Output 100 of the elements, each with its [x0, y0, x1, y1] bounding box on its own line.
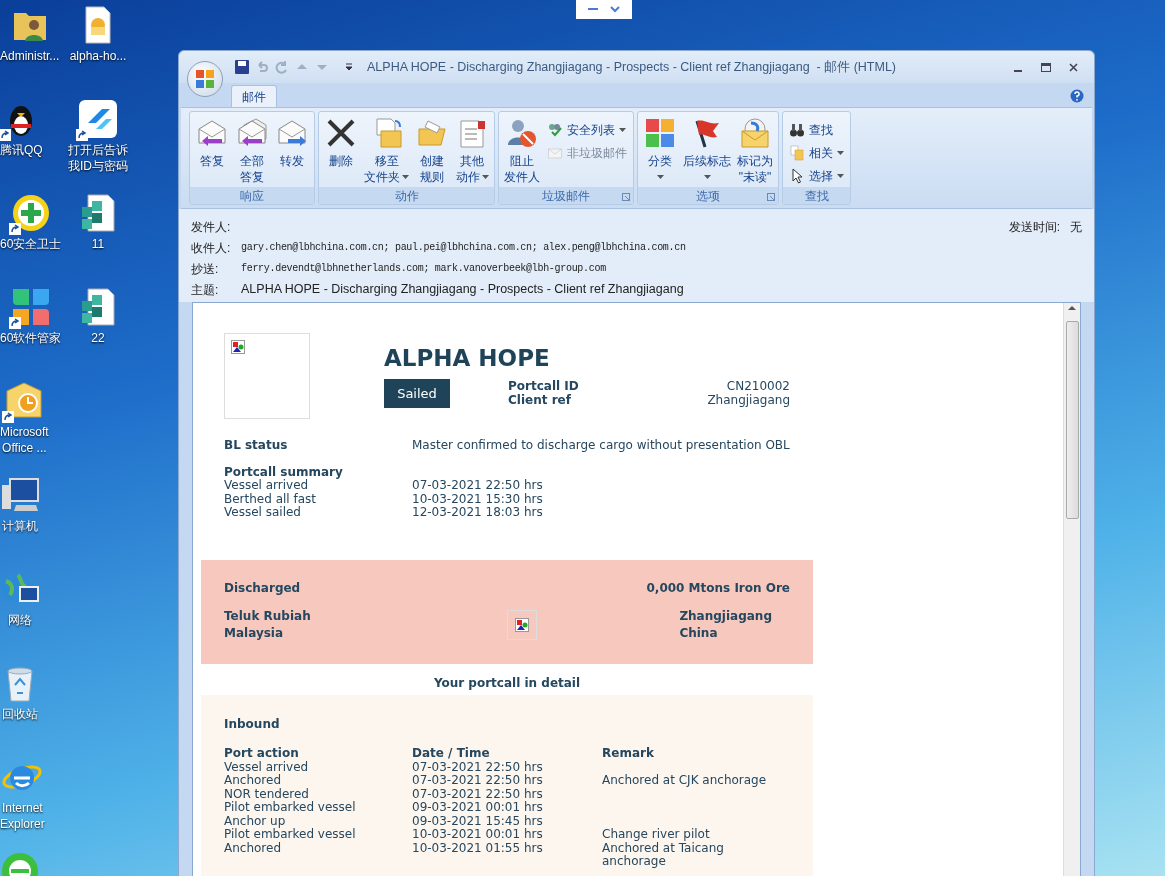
- detail-title: Your portcall in detail: [432, 677, 582, 691]
- bl-status-value: Master confirmed to discharge cargo without presentation OBL: [412, 439, 790, 453]
- address-list[interactable]: ferry.devendt@lbhnetherlands.com; mark.vanoverbeek@lbh-group.com: [241, 261, 606, 276]
- envelope-clock-icon: [4, 381, 45, 421]
- petals-icon: [10, 287, 51, 327]
- shortcut-arrow-icon: [2, 411, 15, 423]
- ribbon-button[interactable]: 其他 动作: [453, 113, 491, 187]
- table-cell-text: NOR tendered: [224, 787, 310, 801]
- portcall-label: Client ref: [508, 393, 572, 407]
- window-title: ALPHA HOPE - Discharging Zhangjiagang - Prospects - Client ref Zhangjiagang - 邮件 (HTML): [367, 58, 896, 76]
- shortcut-arrow-icon: [8, 223, 21, 235]
- minimize-icon[interactable]: [588, 8, 598, 11]
- ribbon-tab[interactable]: 邮件: [231, 85, 277, 107]
- desktop-icon-label[interactable]: 60安全卫士: [0, 236, 62, 252]
- origin-port: Teluk Rubiah Malaysia: [224, 608, 312, 642]
- close-icon[interactable]: [1069, 62, 1078, 72]
- caret-icon: [481, 175, 489, 179]
- subject-value: ALPHA HOPE - Discharging Zhangjiagang - Prospects - Client ref Zhangjiagang: [241, 281, 684, 299]
- table-cell-text: Anchored at CJK anchorage: [602, 774, 768, 788]
- ribbon-button[interactable]: 删除: [322, 113, 360, 187]
- ribbon-button[interactable]: 安全列表: [544, 119, 630, 141]
- cursor-icon: [789, 168, 805, 184]
- shortcut-arrow-icon: [76, 129, 88, 141]
- table-cell-text: Pilot embarked vessel: [224, 801, 357, 815]
- cargo-value: 0,000 Mtons Iron Ore: [646, 581, 790, 595]
- ribbon-button[interactable]: 移至 文件夹: [362, 113, 411, 187]
- people-check-icon: [547, 122, 563, 138]
- table-cell-text: Anchored: [224, 841, 283, 857]
- table-cell-text: Vessel arrived: [224, 760, 310, 774]
- desktop-icon-label[interactable]: 腾讯QQ: [0, 142, 43, 158]
- desktop-icon-label[interactable]: Administr...: [0, 48, 60, 64]
- envelopes-arrow-icon: [236, 117, 268, 149]
- ribbon-button[interactable]: 转发: [273, 113, 311, 187]
- table-cell-text: Anchored: [224, 774, 283, 788]
- summary-value: 12-03-2021 18:03 hrs: [412, 506, 543, 520]
- maximize-icon[interactable]: [1041, 62, 1051, 72]
- launcher-icon[interactable]: [767, 193, 775, 201]
- table-cell-text: 10-03-2021 00:01 hrs: [412, 828, 544, 842]
- desktop-icon-label[interactable]: 计算机: [2, 518, 38, 534]
- desktop-icon-label[interactable]: 22: [91, 330, 105, 346]
- summary-title: Portcall summary: [224, 465, 344, 479]
- header-label: 收件人:: [191, 239, 232, 257]
- documents-icon: [789, 145, 805, 161]
- section-title: Inbound: [224, 717, 281, 731]
- address-list[interactable]: gary.chen@lbhchina.com.cn; paul.pei@lbhchina.com.cn; alex.peng@lbhchina.com.cn: [241, 240, 686, 255]
- ribbon-button[interactable]: 后续标志: [681, 113, 733, 187]
- desktop-icon-label[interactable]: 11: [91, 236, 105, 252]
- caret-icon: [837, 174, 844, 178]
- office-button[interactable]: [187, 61, 223, 97]
- plus-icon: [10, 193, 51, 233]
- header-label: 发件人:: [191, 218, 232, 236]
- launcher-icon[interactable]: [622, 193, 630, 201]
- group-label: 选项: [696, 187, 720, 205]
- desktop-icon-label[interactable]: alpha-ho...: [69, 48, 127, 64]
- binoculars-icon: [789, 122, 805, 138]
- destination-port: Zhangjiagang China: [679, 608, 772, 642]
- column-header: Remark: [602, 747, 655, 761]
- ribbon-button[interactable]: 分类: [641, 113, 679, 187]
- shortcut-arrow-icon: [0, 129, 12, 141]
- ribbon-button[interactable]: 全部 答复: [233, 113, 271, 187]
- desktop-icon-label[interactable]: 60软件管家: [0, 330, 62, 346]
- ribbon-button[interactable]: 选择: [786, 165, 847, 187]
- sent-time-value: 无: [1070, 218, 1082, 236]
- table-cell-text: Anchor up: [224, 814, 286, 828]
- caret-icon: [703, 175, 711, 179]
- table-cell-text: Anchored at Taicang anchorage: [602, 841, 725, 869]
- envelope-icon: [547, 145, 563, 161]
- bl-status-label: BL status: [224, 439, 289, 453]
- group-label: 垃圾邮件: [542, 187, 590, 205]
- ribbon-button[interactable]: 查找: [786, 119, 847, 141]
- caret-icon: [656, 175, 664, 179]
- up-arrow-icon[interactable]: [1068, 305, 1076, 311]
- desktop-icon-label[interactable]: Microsoft Office ...: [0, 424, 49, 456]
- desktop-icon-label[interactable]: 打开后告诉 我ID与密码: [68, 142, 128, 174]
- caret-icon: [619, 128, 626, 132]
- chevron-down-icon[interactable]: [610, 6, 620, 13]
- ribbon-button[interactable]: 阻止 发件人: [502, 113, 542, 187]
- group-label: 响应: [240, 187, 264, 205]
- group-label: 动作: [394, 187, 419, 205]
- app-icon: [78, 99, 118, 139]
- table-cell-text: 07-03-2021 22:50 hrs: [412, 787, 544, 801]
- shortcut-arrow-icon: [8, 317, 21, 329]
- summary-value: 10-03-2021 15:30 hrs: [412, 492, 543, 506]
- customize-icon[interactable]: [345, 62, 353, 72]
- table-cell-text: 07-03-2021 22:50 hrs: [412, 760, 544, 774]
- ribbon-button[interactable]: 标记为 "未读": [735, 113, 775, 187]
- ribbon-button[interactable]: 答复: [193, 113, 231, 187]
- table-cell-text: 10-03-2021 01:55 hrs: [412, 841, 544, 857]
- person-blocked-icon: [506, 117, 538, 149]
- broken-image-icon: [515, 618, 529, 632]
- save-icon[interactable]: [235, 60, 249, 74]
- color-grid-icon: [644, 117, 676, 149]
- ribbon-button[interactable]: 创建 规则: [413, 113, 451, 187]
- ribbon-button[interactable]: 相关: [786, 142, 847, 164]
- vessel-name: ALPHA HOPE: [384, 345, 551, 371]
- scrollbar-thumb[interactable]: [1065, 321, 1079, 519]
- broken-image-icon: [231, 340, 245, 354]
- help-icon[interactable]: [1070, 89, 1084, 103]
- scrollbar[interactable]: [1063, 303, 1080, 876]
- table-cell-text: 09-03-2021 00:01 hrs: [412, 801, 544, 815]
